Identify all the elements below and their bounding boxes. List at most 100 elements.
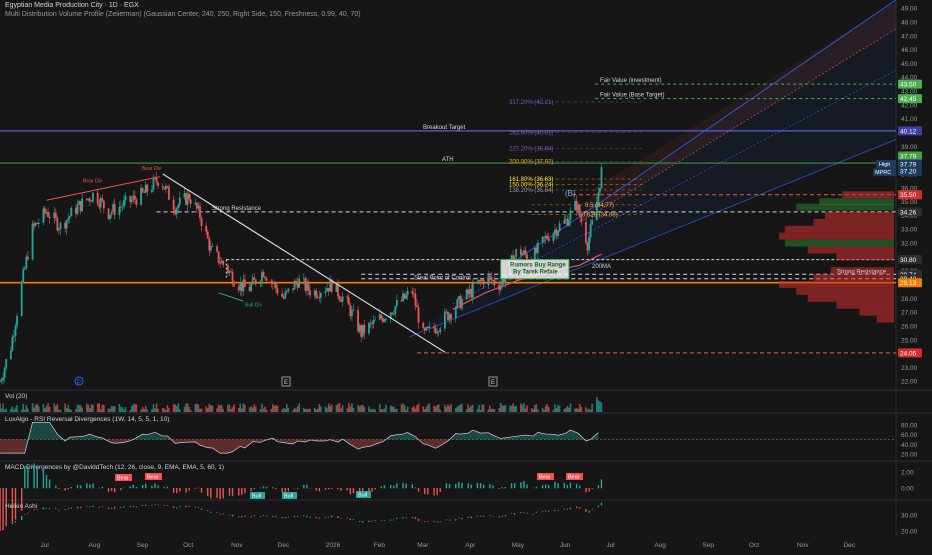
ha-pane-title: Heikin Ashi — [5, 503, 37, 510]
candle-body — [238, 286, 240, 290]
candle-body — [60, 223, 62, 229]
candle-body — [13, 336, 15, 337]
candle-body — [2, 378, 4, 380]
ha-body — [384, 520, 385, 521]
volume-bar — [154, 408, 156, 412]
volume-bar — [212, 406, 214, 412]
time-tick-label: Jul — [41, 542, 50, 549]
candle-body — [261, 272, 263, 281]
volume-bar — [210, 405, 212, 412]
macd-histogram-bar — [458, 482, 459, 489]
candle-body — [4, 368, 6, 378]
volume-bar — [590, 410, 592, 412]
macd-histogram-bar — [353, 488, 354, 493]
macd-histogram-bar — [37, 467, 38, 489]
candle-body — [140, 188, 142, 205]
macd-histogram-bar — [567, 485, 568, 488]
ha-body — [216, 512, 217, 513]
rsi-fill — [228, 439, 233, 453]
volume-bar — [339, 403, 341, 412]
candle-body — [98, 204, 100, 208]
volume-bar — [100, 409, 102, 412]
macd-histogram-bar — [548, 485, 549, 488]
volume-bar — [21, 410, 23, 412]
volume-bar — [458, 406, 460, 412]
rsi-tick-label: 40.00 — [901, 442, 918, 449]
candle-body — [339, 296, 341, 299]
candle-body — [374, 320, 376, 321]
volume-bar — [91, 404, 93, 412]
ha-body — [232, 515, 233, 516]
symbol-title: Egyptian Media Production City · 1D · EG… — [5, 2, 139, 9]
volume-bar — [53, 403, 55, 412]
volume-bar — [444, 405, 446, 412]
candle-body — [272, 283, 274, 284]
ha-body — [6, 525, 7, 526]
macd-histogram-bar — [520, 482, 521, 488]
candle-body — [131, 199, 133, 202]
candle-body — [404, 293, 406, 298]
candle-body — [252, 277, 254, 284]
candle-body — [118, 207, 120, 215]
volume-bar — [346, 408, 348, 412]
volume-profile-bar — [796, 204, 894, 211]
volume-bar — [264, 407, 266, 412]
ha-body — [43, 508, 44, 510]
volume-bar — [78, 405, 80, 412]
ma200-label: 200MA — [592, 264, 611, 270]
ha-body — [489, 515, 490, 516]
macd-histogram-bar — [229, 488, 230, 496]
rsi-fill — [0, 439, 5, 453]
candle-body — [553, 233, 555, 241]
candle-body — [597, 193, 599, 203]
volume-bar — [470, 406, 472, 412]
macd-histogram-bar — [195, 488, 196, 489]
volume-bar — [563, 409, 565, 412]
candle-body — [320, 293, 322, 297]
ha-body — [362, 521, 363, 522]
ha-body — [567, 509, 568, 510]
volume-bar — [230, 409, 232, 412]
candle-body — [70, 208, 72, 216]
candle-body — [12, 337, 14, 351]
volume-profile-bar — [785, 226, 894, 233]
ha-body — [0, 528, 1, 529]
volume-bar — [374, 410, 376, 412]
volume-bar — [368, 406, 370, 412]
time-tick-label: Sep — [702, 542, 714, 549]
fib-label: 0.5 (34.77) — [585, 203, 614, 209]
ha-body — [99, 507, 100, 508]
volume-bar — [122, 407, 124, 412]
macd-histogram-bar — [390, 485, 391, 488]
candle-body — [433, 326, 435, 328]
fib-label: 317.20% (42.21) — [509, 100, 553, 106]
volume-bar — [319, 404, 321, 412]
ha-body — [263, 515, 264, 516]
candle-body — [292, 288, 294, 289]
ha-body — [471, 517, 472, 518]
time-tick-label: Dec — [843, 542, 855, 549]
macd-histogram-bar — [598, 485, 599, 488]
macd-histogram-bar — [557, 483, 558, 488]
macd-histogram-bar — [272, 487, 273, 488]
volume-bar — [77, 405, 79, 412]
volume-bar — [591, 404, 593, 412]
macd-histogram-bar — [281, 488, 282, 492]
candle-body — [349, 305, 351, 316]
volume-bar — [413, 406, 415, 412]
ha-body — [294, 516, 295, 517]
volume-bar — [598, 400, 600, 412]
bull-div-label: Bull Div — [245, 303, 262, 309]
macd-histogram-bar — [92, 483, 93, 488]
candle-body — [187, 194, 189, 205]
volume-bar — [102, 405, 104, 412]
macd-histogram-bar — [483, 484, 484, 488]
volume-bar — [58, 410, 60, 412]
ha-body — [545, 511, 546, 512]
macd-histogram-bar — [219, 488, 220, 499]
ha-body — [260, 516, 261, 517]
candle-body — [304, 278, 306, 290]
chart-area[interactable]: 49.0048.0047.0046.0045.0044.0043.0042.00… — [0, 0, 932, 550]
ha-body — [526, 513, 527, 514]
candle-body — [53, 213, 55, 219]
